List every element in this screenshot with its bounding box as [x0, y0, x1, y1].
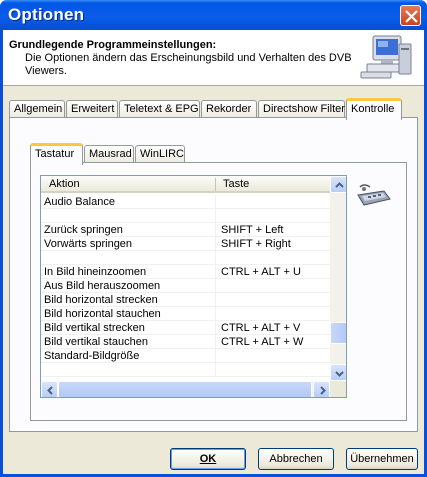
tastatur-panel: Aktion Taste Audio Balance Zurück springe… — [30, 162, 407, 421]
scroll-right-button[interactable] — [313, 381, 330, 397]
table-row[interactable] — [41, 209, 330, 223]
tab-erweitert[interactable]: Erweitert — [66, 100, 118, 118]
chevron-up-icon — [335, 182, 344, 188]
table-row[interactable]: Bild horizontal stauchen — [41, 307, 330, 321]
key-cell: SHIFT + Left — [221, 224, 284, 236]
apply-button[interactable]: Übernehmen — [346, 448, 418, 470]
cancel-button[interactable]: Abbrechen — [258, 448, 334, 470]
cell-divider — [215, 307, 216, 321]
cell-divider — [215, 265, 216, 279]
column-action[interactable]: Aktion — [49, 178, 80, 190]
cell-divider — [215, 321, 216, 335]
tab-winlirc[interactable]: WinLIRC — [135, 145, 185, 163]
cell-divider — [215, 293, 216, 307]
shortcut-list[interactable]: Aktion Taste Audio Balance Zurück springe… — [40, 175, 347, 398]
tab-kontrolle[interactable]: Kontrolle — [346, 98, 402, 120]
cell-divider — [215, 363, 216, 377]
tab-teletext-epg[interactable]: Teletext & EPG — [119, 100, 200, 118]
vertical-scroll-thumb[interactable] — [330, 322, 346, 344]
action-cell: Bild horizontal strecken — [44, 294, 158, 306]
table-row[interactable]: Standard-Bildgröße — [41, 349, 330, 363]
cell-divider — [215, 223, 216, 237]
action-cell: Bild vertikal stauchen — [44, 336, 148, 348]
horizontal-scrollbar[interactable] — [41, 381, 330, 397]
ok-button[interactable]: OK — [170, 448, 246, 470]
cell-divider — [215, 195, 216, 209]
vertical-scrollbar[interactable] — [330, 176, 346, 381]
tab-directshow-filter[interactable]: Directshow Filter — [258, 100, 345, 118]
table-row[interactable]: Audio Balance — [41, 195, 330, 209]
header-description: Die Optionen ändern das Erscheinungsbild… — [25, 52, 352, 77]
window-title: Optionen — [8, 5, 85, 24]
key-cell: CTRL + ALT + W — [221, 336, 304, 348]
action-cell: Bild vertikal strecken — [44, 322, 145, 334]
close-icon — [405, 10, 418, 23]
list-rows: Audio Balance Zurück springen SHIFT + Left… — [41, 195, 330, 377]
dialog-header: Grundlegende Programmeinstellungen: Die … — [3, 30, 424, 86]
table-row[interactable]: Bild vertikal strecken CTRL + ALT + V — [41, 321, 330, 335]
column-key[interactable]: Taste — [223, 178, 249, 190]
title-bar[interactable]: Optionen — [0, 0, 427, 30]
key-cell: CTRL + ALT + U — [221, 266, 301, 278]
ok-button-label: OK — [199, 453, 217, 465]
action-cell: Standard-Bildgröße — [44, 350, 140, 362]
cell-divider — [215, 279, 216, 293]
options-window: Optionen Grundlegende Programmeinstellun… — [0, 0, 427, 477]
action-cell: Zurück springen — [44, 224, 123, 236]
column-divider[interactable] — [215, 178, 216, 191]
scroll-down-button[interactable] — [330, 364, 346, 381]
action-cell: Audio Balance — [44, 196, 115, 208]
close-button[interactable] — [400, 5, 421, 26]
table-row[interactable]: Bild vertikal stauchen CTRL + ALT + W — [41, 335, 330, 349]
tab-mausrad[interactable]: Mausrad — [84, 145, 134, 163]
chevron-right-icon — [320, 386, 326, 395]
cell-divider — [215, 209, 216, 223]
horizontal-scroll-thumb[interactable] — [58, 381, 312, 397]
tab-rekorder[interactable]: Rekorder — [201, 100, 257, 118]
table-row[interactable]: Aus Bild herauszoomen — [41, 279, 330, 293]
table-row[interactable]: In Bild hineinzoomen CTRL + ALT + U — [41, 265, 330, 279]
table-row[interactable] — [41, 363, 330, 377]
table-row[interactable] — [41, 251, 330, 265]
key-cell: SHIFT + Right — [221, 238, 291, 250]
scroll-up-button[interactable] — [330, 176, 346, 193]
table-row[interactable]: Zurück springen SHIFT + Left — [41, 223, 330, 237]
dialog-body: Grundlegende Programmeinstellungen: Die … — [3, 30, 424, 474]
header-title: Grundlegende Programmeinstellungen: — [9, 39, 217, 51]
cell-divider — [215, 251, 216, 265]
action-cell: Aus Bild herauszoomen — [44, 280, 161, 292]
action-cell: Vorwärts springen — [44, 238, 133, 250]
chevron-down-icon — [335, 371, 344, 377]
kontrolle-panel: Tastatur Mausrad WinLIRC Aktion Taste Au… — [9, 117, 418, 432]
keyboard-icon — [357, 184, 391, 206]
cell-divider — [215, 349, 216, 363]
scroll-corner — [330, 381, 346, 397]
list-header: Aktion Taste — [41, 176, 330, 193]
cell-divider — [215, 237, 216, 251]
chevron-left-icon — [47, 386, 53, 395]
computer-settings-icon — [360, 35, 412, 79]
tab-allgemein[interactable]: Allgemein — [9, 100, 65, 118]
action-cell: Bild horizontal stauchen — [44, 308, 161, 320]
cell-divider — [215, 335, 216, 349]
key-cell: CTRL + ALT + V — [221, 322, 301, 334]
scroll-left-button[interactable] — [41, 381, 58, 397]
table-row[interactable]: Vorwärts springen SHIFT + Right — [41, 237, 330, 251]
table-row[interactable]: Bild horizontal strecken — [41, 293, 330, 307]
action-cell: In Bild hineinzoomen — [44, 266, 147, 278]
tab-tastatur[interactable]: Tastatur — [30, 143, 83, 165]
